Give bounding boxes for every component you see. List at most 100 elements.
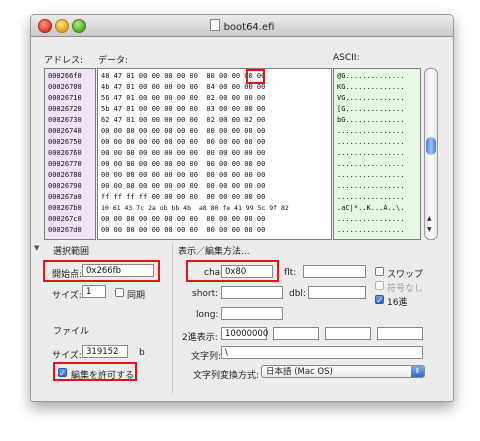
- ascii-row[interactable]: .aC|*..K...A..\.: [337, 203, 404, 213]
- hex-row[interactable]: 00 00 00 00 00 00 00 00 00 00 00 00 00: [101, 126, 265, 136]
- scrollbar-thumb[interactable]: [426, 137, 436, 155]
- hex-row[interactable]: ff ff ff ff 00 00 00 00 00 00 00 00 00: [101, 192, 265, 202]
- size-label: サイズ:: [52, 291, 82, 301]
- string-label: 文字列:: [191, 352, 222, 362]
- ascii-header: ASCII:: [333, 53, 360, 63]
- hex-checkbox[interactable]: ✓: [375, 295, 384, 305]
- file-section-title: ファイル: [53, 327, 90, 337]
- char-field-highlight: [186, 260, 279, 282]
- hex-label: 16進: [387, 298, 408, 308]
- hex-row[interactable]: 00 00 00 00 00 00 00 00 00 00 00 00 00: [101, 159, 265, 169]
- ascii-row[interactable]: @G..............: [337, 71, 404, 81]
- ascii-row[interactable]: KG..............: [337, 82, 404, 92]
- address-cell: 000267a0: [48, 193, 82, 201]
- window-title-text: boot64.efi: [223, 22, 275, 33]
- window-title: boot64.efi: [31, 19, 453, 33]
- ascii-row[interactable]: ................: [337, 170, 404, 180]
- ascii-row[interactable]: [G..............: [337, 104, 404, 114]
- binary-field-2[interactable]: [273, 327, 319, 340]
- address-cell: 000267b0: [48, 204, 82, 212]
- scroll-down-arrow-icon[interactable]: ▼: [427, 226, 432, 233]
- ascii-row[interactable]: ................: [337, 181, 404, 191]
- hex-row[interactable]: 00 00 00 00 00 00 00 00 00 00 00 00 00: [101, 181, 265, 191]
- hex-row[interactable]: 5b 47 01 00 00 00 00 00 03 00 00 00 00: [101, 104, 265, 114]
- hex-row[interactable]: 00 00 00 00 00 00 00 00 00 00 00 00 00: [101, 137, 265, 147]
- flt-label: flt:: [284, 268, 297, 278]
- select-arrows-icon: ⇕: [411, 366, 424, 377]
- conversion-select-value: 日本語 (Mac OS): [266, 367, 333, 377]
- file-size-unit: b: [139, 348, 145, 358]
- binary-field-4[interactable]: [377, 327, 423, 340]
- address-cell: 000267d0: [48, 226, 82, 234]
- hex-row[interactable]: 4b 47 01 00 00 00 00 00 04 00 00 00 00: [101, 82, 265, 92]
- address-column: 000266f0 00026700 00026710 00026720 0002…: [44, 68, 96, 240]
- hex-row[interactable]: 00 00 00 00 00 00 00 00 00 00 00 00 00: [101, 170, 265, 180]
- address-cell: 000266f0: [48, 72, 82, 80]
- ascii-row[interactable]: ................: [337, 214, 404, 224]
- address-cell: 000267c0: [48, 215, 82, 223]
- conversion-label: 文字列変換方式:: [193, 371, 260, 381]
- allow-edit-highlight: [53, 362, 137, 381]
- editor-window: boot64.efi アドレス: データ: ASCII: 000266f0 00…: [30, 14, 454, 402]
- address-cell: 00026720: [48, 105, 82, 113]
- vertical-scrollbar[interactable]: ▲ ▼: [424, 68, 438, 240]
- hex-row[interactable]: 00 00 00 00 00 00 00 00 00 00 00 00 00: [101, 214, 265, 224]
- hex-row[interactable]: 48 47 01 00 00 00 00 00 80 00 00 00 00: [101, 71, 265, 81]
- swap-label: スワップ: [387, 270, 424, 280]
- ascii-row[interactable]: ................: [337, 225, 404, 235]
- section-divider: [172, 243, 173, 393]
- ascii-row[interactable]: ................: [337, 192, 404, 202]
- dbl-field[interactable]: [308, 286, 366, 299]
- ascii-row[interactable]: ................: [337, 137, 404, 147]
- file-size-label: サイズ:: [52, 351, 82, 361]
- address-header: アドレス:: [44, 56, 84, 66]
- document-icon: [209, 19, 220, 31]
- long-field[interactable]: [221, 307, 283, 320]
- sync-label: 同期: [127, 291, 146, 301]
- ascii-column[interactable]: @G.............. KG.............. VG....…: [333, 68, 421, 240]
- address-cell: 00026700: [48, 83, 82, 91]
- string-field[interactable]: \: [221, 346, 423, 359]
- ascii-row[interactable]: bG..............: [337, 115, 404, 125]
- hex-row[interactable]: 10 61 43 7c 2a ob bb 4b a8 80 fe 41 99 5…: [101, 203, 289, 213]
- hex-row[interactable]: 56 47 01 00 00 00 00 00 02 00 00 00 00: [101, 93, 265, 103]
- short-field[interactable]: [221, 286, 283, 299]
- address-cell: 00026760: [48, 149, 82, 157]
- binary-field-3[interactable]: [325, 327, 371, 340]
- unsigned-label: 符号なし: [387, 284, 424, 294]
- disclosure-triangle-icon[interactable]: ▼: [34, 244, 39, 252]
- binary-field-1[interactable]: 10000000: [221, 327, 268, 340]
- hex-row[interactable]: 00 00 00 00 00 00 00 00 00 00 00 00 00: [101, 225, 265, 235]
- ascii-row[interactable]: ................: [337, 126, 404, 136]
- address-cell: 00026770: [48, 160, 82, 168]
- long-label: long:: [196, 310, 219, 320]
- address-cell: 00026710: [48, 94, 82, 102]
- unsigned-checkbox[interactable]: [375, 281, 384, 290]
- ascii-row[interactable]: VG..............: [337, 93, 404, 103]
- address-cell: 00026730: [48, 116, 82, 124]
- file-size-field: 319152: [82, 345, 128, 358]
- hex-row[interactable]: 00 00 00 00 00 00 00 00 00 00 00 00 00: [101, 148, 265, 158]
- start-field-highlight: [43, 260, 160, 282]
- swap-checkbox[interactable]: [375, 267, 384, 276]
- hex-data-area[interactable]: 48 47 01 00 00 00 00 00 80 00 00 00 00 4…: [97, 68, 332, 240]
- selection-section-title: 選択範囲: [53, 247, 90, 257]
- conversion-select[interactable]: 日本語 (Mac OS) ⇕: [261, 365, 425, 378]
- hex-row[interactable]: 62 47 01 00 00 00 00 00 02 00 00 02 00: [101, 115, 265, 125]
- short-label: short:: [192, 289, 219, 299]
- selection-size-field[interactable]: 1: [82, 285, 106, 298]
- binary-label: 2進表示:: [182, 333, 218, 343]
- ascii-row[interactable]: ................: [337, 159, 404, 169]
- scroll-up-arrow-icon[interactable]: ▲: [427, 215, 432, 222]
- flt-field[interactable]: [303, 265, 366, 278]
- ascii-row[interactable]: ................: [337, 148, 404, 158]
- sync-checkbox[interactable]: [115, 288, 124, 297]
- title-bar: boot64.efi: [31, 15, 453, 37]
- address-cell: 00026790: [48, 182, 82, 190]
- address-cell: 00026780: [48, 171, 82, 179]
- display-section-title: 表示／編集方法...: [178, 247, 250, 257]
- selected-byte-highlight: [246, 69, 265, 84]
- dbl-label: dbl:: [289, 289, 306, 299]
- address-cell: 00026740: [48, 127, 82, 135]
- data-header: データ:: [98, 56, 129, 66]
